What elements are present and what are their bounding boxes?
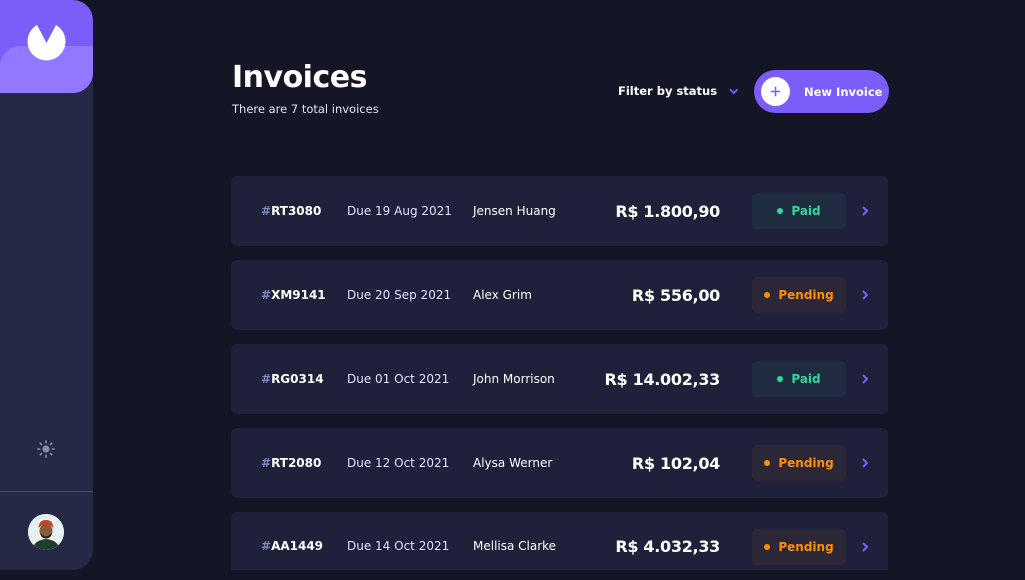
plus-icon xyxy=(761,77,790,106)
sidebar-divider xyxy=(0,491,93,492)
status-badge: Paid xyxy=(752,193,846,229)
filter-by-status-dropdown[interactable]: Filter by status xyxy=(618,82,739,100)
status-dot xyxy=(777,376,784,382)
invoice-id: # RT2080 xyxy=(261,456,322,470)
status-badge: Pending xyxy=(752,529,846,565)
new-invoice-label: New Invoice xyxy=(804,84,883,99)
chevron-right-icon xyxy=(862,290,869,300)
logo-icon xyxy=(27,25,66,61)
filter-label: Filter by status xyxy=(618,84,718,98)
invoice-row[interactable]: # AA1449 Due 14 Oct 2021 Mellisa Clarke R… xyxy=(231,512,888,570)
sidebar xyxy=(0,0,93,570)
user-avatar[interactable] xyxy=(28,514,64,550)
chevron-right-icon xyxy=(862,206,869,216)
invoice-row[interactable]: # RT3080 Due 19 Aug 2021 Jensen Huang R$ … xyxy=(231,176,888,246)
page-title: Invoices xyxy=(232,60,367,95)
invoice-row[interactable]: # XM9141 Due 20 Sep 2021 Alex Grim R$ 556… xyxy=(231,260,888,330)
invoice-client: Alex Grim xyxy=(473,288,532,302)
invoice-id: # XM9141 xyxy=(261,288,326,302)
status-dot xyxy=(764,460,771,466)
chevron-down-icon xyxy=(729,88,739,94)
chevron-right-icon xyxy=(862,374,869,384)
invoice-due-date: Due 01 Oct 2021 xyxy=(347,372,450,386)
invoice-client: Alysa Werner xyxy=(473,456,553,470)
invoice-due-date: Due 12 Oct 2021 xyxy=(347,456,450,470)
invoice-due-date: Due 20 Sep 2021 xyxy=(347,288,452,302)
chevron-right-icon xyxy=(862,542,869,552)
invoice-client: Jensen Huang xyxy=(473,204,556,218)
invoice-amount: R$ 556,00 xyxy=(631,285,720,305)
invoice-amount: R$ 1.800,90 xyxy=(615,201,720,221)
logo[interactable] xyxy=(0,0,93,93)
status-dot xyxy=(764,292,771,298)
invoice-row[interactable]: # RG0314 Due 01 Oct 2021 John Morrison R$… xyxy=(231,344,888,414)
invoice-due-date: Due 19 Aug 2021 xyxy=(347,204,452,218)
status-badge: Pending xyxy=(752,445,846,481)
avatar-icon xyxy=(28,514,64,550)
invoice-count: There are 7 total invoices xyxy=(232,102,379,116)
status-badge: Paid xyxy=(752,361,846,397)
invoice-id: # RT3080 xyxy=(261,204,322,218)
invoice-amount: R$ 102,04 xyxy=(631,453,720,473)
invoice-client: John Morrison xyxy=(473,372,555,386)
chevron-right-icon xyxy=(862,458,869,468)
sun-icon xyxy=(37,440,55,458)
status-dot xyxy=(764,544,771,550)
new-invoice-button[interactable]: New Invoice xyxy=(754,70,889,113)
invoice-id: # RG0314 xyxy=(261,372,324,386)
status-badge: Pending xyxy=(752,277,846,313)
invoice-row[interactable]: # RT2080 Due 12 Oct 2021 Alysa Werner R$ … xyxy=(231,428,888,498)
invoice-amount: R$ 14.002,33 xyxy=(604,369,720,389)
theme-toggle-sun-icon[interactable] xyxy=(36,439,56,459)
status-dot xyxy=(777,208,784,214)
